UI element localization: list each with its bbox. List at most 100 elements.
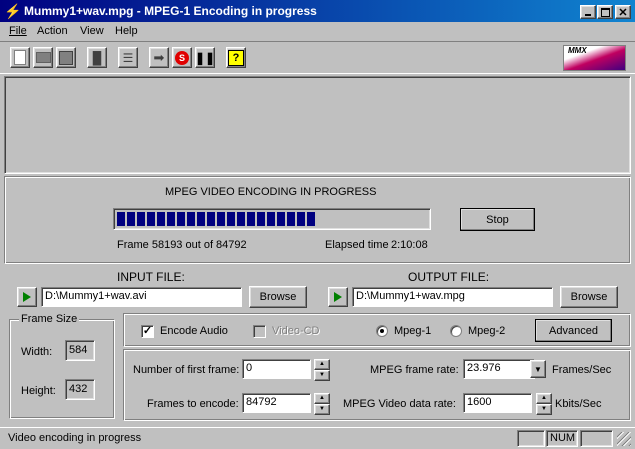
progress-segment xyxy=(137,212,145,226)
spin-up-icon[interactable]: ▲ xyxy=(536,393,552,404)
spin-up-icon[interactable]: ▲ xyxy=(314,359,330,370)
output-file-field[interactable]: D:\Mummy1+wav.mpg xyxy=(352,287,553,307)
close-button[interactable]: ✕ xyxy=(615,5,631,19)
menu-view[interactable]: View xyxy=(80,25,104,37)
width-value: 584 xyxy=(65,340,95,361)
advanced-label: Advanced xyxy=(549,324,598,337)
progress-segment xyxy=(247,212,255,226)
progress-bar xyxy=(113,208,431,230)
input-file-field[interactable]: D:\Mummy1+wav.avi xyxy=(41,287,242,307)
save-button[interactable] xyxy=(56,47,76,68)
pause-icon: ❚❚ xyxy=(194,50,216,65)
app-icon[interactable]: ⚡ xyxy=(4,3,21,19)
output-play-button[interactable] xyxy=(328,287,348,307)
stop-record-icon: S xyxy=(175,50,189,65)
frame-rate-label: MPEG frame rate: xyxy=(370,364,459,376)
mpeg1-radio[interactable] xyxy=(376,325,388,337)
progress-segment xyxy=(217,212,225,226)
find-button[interactable]: █ xyxy=(87,47,107,68)
stop-record-button[interactable]: S xyxy=(172,47,192,68)
mpeg2-label[interactable]: Mpeg-2 xyxy=(468,325,505,337)
progress-segment xyxy=(157,212,165,226)
progress-segment xyxy=(287,212,295,226)
menu-file[interactable]: File xyxy=(9,25,27,37)
width-label: Width: xyxy=(21,346,53,358)
progress-panel: MPEG VIDEO ENCODING IN PROGRESS Stop Fra… xyxy=(4,176,631,264)
frame-rate-dropdown-button[interactable]: ▼ xyxy=(530,360,546,378)
progress-segment xyxy=(267,212,275,226)
data-rate-spinner[interactable]: ▲ ▼ xyxy=(536,393,552,415)
spin-down-icon[interactable]: ▼ xyxy=(314,404,330,415)
frame-counter: Frame 58193 out of 84792 xyxy=(117,239,247,251)
menu-action[interactable]: Action xyxy=(37,25,68,37)
status-bar: Video encoding in progress NUM xyxy=(0,427,635,449)
save-disk-icon xyxy=(59,50,73,65)
help-button[interactable]: ? xyxy=(226,47,246,68)
stop-button-label: Stop xyxy=(486,213,509,226)
data-rate-input[interactable]: 1600 xyxy=(463,393,532,413)
help-icon: ? xyxy=(228,49,244,66)
progress-segment xyxy=(177,212,185,226)
frames-to-encode-label: Frames to encode: xyxy=(147,398,239,410)
status-pane-1 xyxy=(517,430,545,447)
pause-button[interactable]: ❚❚ xyxy=(195,47,215,68)
play-icon xyxy=(334,292,342,302)
progress-heading: MPEG VIDEO ENCODING IN PROGRESS xyxy=(165,186,377,198)
mmx-logo-text: MMX xyxy=(568,46,587,55)
resize-grip-icon[interactable] xyxy=(617,432,631,446)
video-cd-label[interactable]: Video-CD xyxy=(272,325,320,337)
progress-segment xyxy=(227,212,235,226)
new-file-icon xyxy=(14,50,26,65)
progress-segment xyxy=(187,212,195,226)
input-play-button[interactable] xyxy=(17,287,37,307)
output-browse-button[interactable]: Browse xyxy=(560,286,618,308)
radio-dot xyxy=(380,329,384,333)
list-button[interactable]: ☰ xyxy=(118,47,138,68)
stop-button[interactable]: Stop xyxy=(460,208,535,231)
mpeg2-radio[interactable] xyxy=(450,325,462,337)
maximize-button[interactable] xyxy=(597,5,613,19)
new-file-button[interactable] xyxy=(10,47,30,68)
browse-label: Browse xyxy=(570,291,608,303)
progress-segment xyxy=(207,212,215,226)
close-icon: ✕ xyxy=(618,6,628,19)
num-lock-indicator: NUM xyxy=(546,430,578,447)
height-label: Height: xyxy=(21,385,56,397)
spin-down-icon[interactable]: ▼ xyxy=(314,370,330,381)
open-button[interactable] xyxy=(33,47,53,68)
mpeg1-label[interactable]: Mpeg-1 xyxy=(394,325,431,337)
progress-segment xyxy=(297,212,305,226)
binoculars-icon: █ xyxy=(92,50,102,65)
first-frame-spinner[interactable]: ▲ ▼ xyxy=(314,359,330,381)
elapsed-label: Elapsed time xyxy=(325,239,389,251)
spin-down-icon[interactable]: ▼ xyxy=(536,404,552,415)
status-pane-3 xyxy=(580,430,613,447)
options-panel: ✓ Encode Audio Video-CD Mpeg-1 Mpeg-2 Ad… xyxy=(123,313,631,347)
video-cd-checkbox[interactable] xyxy=(253,325,266,338)
progress-segment xyxy=(147,212,155,226)
encode-audio-label[interactable]: Encode Audio xyxy=(160,325,228,337)
input-browse-button[interactable]: Browse xyxy=(249,286,307,308)
frame-size-group xyxy=(9,319,115,419)
status-text: Video encoding in progress xyxy=(8,432,142,444)
chevron-down-icon: ▼ xyxy=(534,364,542,374)
height-value: 432 xyxy=(65,379,95,400)
spin-up-icon[interactable]: ▲ xyxy=(314,393,330,404)
minimize-button[interactable] xyxy=(580,5,596,19)
data-rate-label: MPEG Video data rate: xyxy=(343,398,456,410)
window-title: Mummy1+wav.mpg - MPEG-1 Encoding in prog… xyxy=(24,4,317,18)
progress-segment xyxy=(167,212,175,226)
maximize-icon xyxy=(600,7,610,17)
progress-segment xyxy=(257,212,265,226)
encode-audio-checkbox[interactable]: ✓ xyxy=(141,325,154,338)
frame-rate-unit: Frames/Sec xyxy=(552,364,612,376)
go-button[interactable]: ➡ xyxy=(149,47,169,68)
frames-to-encode-input[interactable]: 84792 xyxy=(242,393,311,413)
frame-rate-select[interactable]: 23.976 xyxy=(463,359,535,379)
advanced-button[interactable]: Advanced xyxy=(535,319,612,342)
first-frame-input[interactable]: 0 xyxy=(242,359,311,379)
menu-help[interactable]: Help xyxy=(115,25,138,37)
progress-segment xyxy=(117,212,125,226)
list-icon: ☰ xyxy=(122,50,134,65)
frames-to-encode-spinner[interactable]: ▲ ▼ xyxy=(314,393,330,415)
